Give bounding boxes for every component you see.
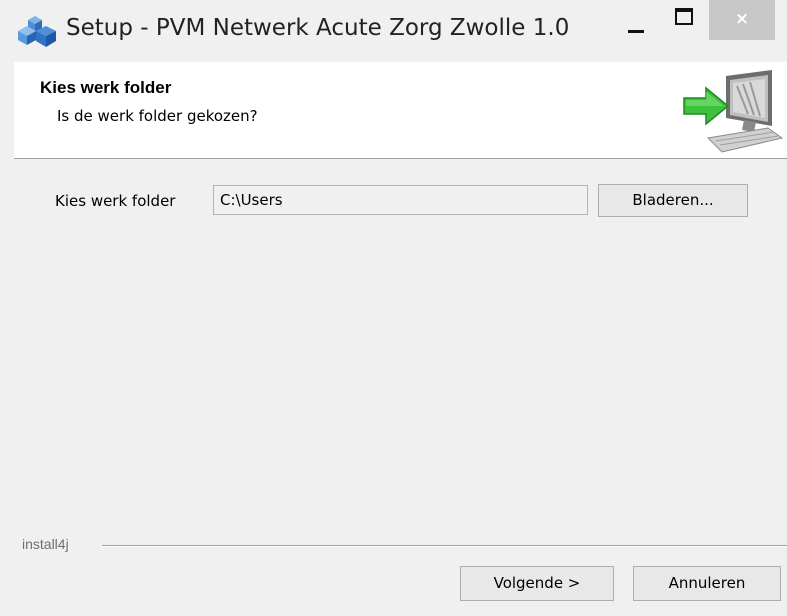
setup-app-icon [18, 16, 56, 47]
window-title: Setup - PVM Netwerk Acute Zorg Zwolle 1.… [66, 15, 570, 41]
wizard-header: Kies werk folder Is de werk folder gekoz… [14, 62, 787, 159]
page-subtitle: Is de werk folder gekozen? [57, 107, 258, 125]
cancel-button[interactable]: Annuleren [633, 566, 781, 601]
wizard-content: Kies werk folder C:\Users Bladeren... [14, 159, 787, 539]
page-title: Kies werk folder [40, 78, 172, 97]
computer-arrow-icon [683, 70, 784, 153]
maximize-button[interactable] [668, 0, 700, 40]
setup-window: Setup - PVM Netwerk Acute Zorg Zwolle 1.… [0, 0, 787, 616]
browse-button[interactable]: Bladeren... [598, 184, 748, 217]
footer-divider [102, 545, 787, 547]
minimize-button[interactable] [620, 0, 656, 40]
install4j-brand: install4j [22, 536, 69, 552]
folder-label: Kies werk folder [55, 192, 176, 210]
title-bar[interactable]: Setup - PVM Netwerk Acute Zorg Zwolle 1.… [0, 0, 787, 62]
next-button[interactable]: Volgende > [460, 566, 614, 601]
close-button[interactable]: × [709, 0, 775, 40]
folder-path-input[interactable]: C:\Users [213, 185, 588, 215]
